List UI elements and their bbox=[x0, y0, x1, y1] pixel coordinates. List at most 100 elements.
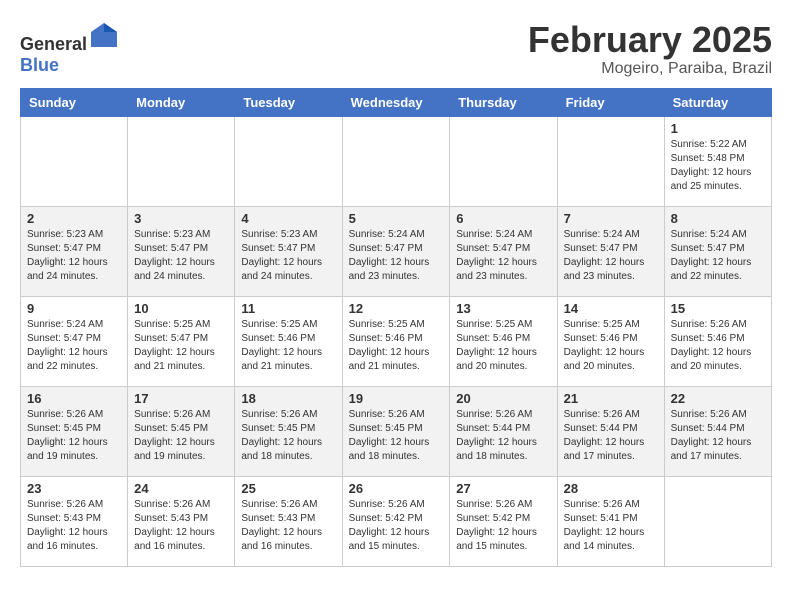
month-year-title: February 2025 bbox=[528, 20, 772, 60]
day-info: Sunrise: 5:26 AM Sunset: 5:43 PM Dayligh… bbox=[134, 498, 228, 554]
day-number: 25 bbox=[241, 481, 335, 496]
day-number: 19 bbox=[349, 391, 444, 406]
calendar-cell: 3 Sunrise: 5:23 AM Sunset: 5:47 PM Daylig… bbox=[128, 206, 235, 296]
day-info: Sunrise: 5:25 AM Sunset: 5:46 PM Dayligh… bbox=[456, 318, 550, 374]
calendar-cell: 6 Sunrise: 5:24 AM Sunset: 5:47 PM Daylig… bbox=[450, 206, 557, 296]
calendar-cell: 22Sunrise: 5:26 AM Sunset: 5:44 PM Dayli… bbox=[664, 386, 771, 476]
calendar-cell bbox=[235, 116, 342, 206]
day-number: 11 bbox=[241, 301, 335, 316]
day-info: Sunrise: 5:23 AM Sunset: 5:47 PM Dayligh… bbox=[241, 228, 335, 284]
logo-blue: Blue bbox=[20, 55, 59, 75]
calendar-cell: 10 Sunrise: 5:25 AM Sunset: 5:47 PM Dayli… bbox=[128, 296, 235, 386]
day-number: 23 bbox=[27, 481, 121, 496]
day-info: Sunrise: 5:24 AM Sunset: 5:47 PM Dayligh… bbox=[27, 318, 121, 374]
title-area: February 2025 Mogeiro, Paraiba, Brazil bbox=[528, 20, 772, 78]
calendar-header-row: SundayMondayTuesdayWednesdayThursdayFrid… bbox=[21, 88, 772, 116]
calendar-week-row: 23 Sunrise: 5:26 AM Sunset: 5:43 PM Dayli… bbox=[21, 476, 772, 566]
day-number: 3 bbox=[134, 211, 228, 226]
day-number: 2 bbox=[27, 211, 121, 226]
day-number: 5 bbox=[349, 211, 444, 226]
day-info: Sunrise: 5:26 AM Sunset: 5:45 PM Dayligh… bbox=[27, 408, 121, 464]
day-info: Sunrise: 5:23 AM Sunset: 5:47 PM Dayligh… bbox=[134, 228, 228, 284]
day-info: Sunrise: 5:26 AM Sunset: 5:41 PM Dayligh… bbox=[564, 498, 658, 554]
location-subtitle: Mogeiro, Paraiba, Brazil bbox=[528, 60, 772, 78]
calendar-cell: 16 Sunrise: 5:26 AM Sunset: 5:45 PM Dayli… bbox=[21, 386, 128, 476]
day-number: 4 bbox=[241, 211, 335, 226]
day-info: Sunrise: 5:26 AM Sunset: 5:44 PM Dayligh… bbox=[456, 408, 550, 464]
calendar-week-row: 2 Sunrise: 5:23 AM Sunset: 5:47 PM Daylig… bbox=[21, 206, 772, 296]
day-number: 7 bbox=[564, 211, 658, 226]
day-info: Sunrise: 5:22 AM Sunset: 5:48 PM Dayligh… bbox=[671, 138, 765, 194]
calendar-table: SundayMondayTuesdayWednesdayThursdayFrid… bbox=[20, 88, 772, 567]
calendar-cell bbox=[128, 116, 235, 206]
calendar-cell: 21 Sunrise: 5:26 AM Sunset: 5:44 PM Dayli… bbox=[557, 386, 664, 476]
day-number: 15 bbox=[671, 301, 765, 316]
day-number: 9 bbox=[27, 301, 121, 316]
day-info: Sunrise: 5:26 AM Sunset: 5:45 PM Dayligh… bbox=[349, 408, 444, 464]
calendar-cell bbox=[557, 116, 664, 206]
calendar-cell: 18 Sunrise: 5:26 AM Sunset: 5:45 PM Dayli… bbox=[235, 386, 342, 476]
day-number: 1 bbox=[671, 121, 765, 136]
day-header-saturday: Saturday bbox=[664, 88, 771, 116]
calendar-cell bbox=[450, 116, 557, 206]
calendar-cell: 5 Sunrise: 5:24 AM Sunset: 5:47 PM Daylig… bbox=[342, 206, 450, 296]
day-info: Sunrise: 5:24 AM Sunset: 5:47 PM Dayligh… bbox=[456, 228, 550, 284]
day-number: 13 bbox=[456, 301, 550, 316]
calendar-cell: 25 Sunrise: 5:26 AM Sunset: 5:43 PM Dayli… bbox=[235, 476, 342, 566]
calendar-cell: 9 Sunrise: 5:24 AM Sunset: 5:47 PM Daylig… bbox=[21, 296, 128, 386]
day-info: Sunrise: 5:26 AM Sunset: 5:46 PM Dayligh… bbox=[671, 318, 765, 374]
day-number: 17 bbox=[134, 391, 228, 406]
day-header-thursday: Thursday bbox=[450, 88, 557, 116]
day-info: Sunrise: 5:24 AM Sunset: 5:47 PM Dayligh… bbox=[671, 228, 765, 284]
calendar-cell: 15 Sunrise: 5:26 AM Sunset: 5:46 PM Dayli… bbox=[664, 296, 771, 386]
calendar-cell: 4 Sunrise: 5:23 AM Sunset: 5:47 PM Daylig… bbox=[235, 206, 342, 296]
day-info: Sunrise: 5:26 AM Sunset: 5:44 PM Dayligh… bbox=[671, 408, 765, 464]
logo: General Blue bbox=[20, 20, 119, 76]
day-number: 6 bbox=[456, 211, 550, 226]
calendar-cell: 23 Sunrise: 5:26 AM Sunset: 5:43 PM Dayli… bbox=[21, 476, 128, 566]
day-number: 8 bbox=[671, 211, 765, 226]
calendar-cell: 20 Sunrise: 5:26 AM Sunset: 5:44 PM Dayli… bbox=[450, 386, 557, 476]
day-info: Sunrise: 5:26 AM Sunset: 5:43 PM Dayligh… bbox=[27, 498, 121, 554]
day-header-wednesday: Wednesday bbox=[342, 88, 450, 116]
header: General Blue February 2025 Mogeiro, Para… bbox=[20, 20, 772, 78]
calendar-week-row: 16 Sunrise: 5:26 AM Sunset: 5:45 PM Dayli… bbox=[21, 386, 772, 476]
day-number: 16 bbox=[27, 391, 121, 406]
day-info: Sunrise: 5:26 AM Sunset: 5:45 PM Dayligh… bbox=[134, 408, 228, 464]
calendar-cell: 8 Sunrise: 5:24 AM Sunset: 5:47 PM Daylig… bbox=[664, 206, 771, 296]
day-number: 21 bbox=[564, 391, 658, 406]
calendar-cell: 14 Sunrise: 5:25 AM Sunset: 5:46 PM Dayli… bbox=[557, 296, 664, 386]
calendar-week-row: 9 Sunrise: 5:24 AM Sunset: 5:47 PM Daylig… bbox=[21, 296, 772, 386]
calendar-cell: 2 Sunrise: 5:23 AM Sunset: 5:47 PM Daylig… bbox=[21, 206, 128, 296]
day-header-sunday: Sunday bbox=[21, 88, 128, 116]
day-info: Sunrise: 5:23 AM Sunset: 5:47 PM Dayligh… bbox=[27, 228, 121, 284]
day-number: 14 bbox=[564, 301, 658, 316]
day-number: 10 bbox=[134, 301, 228, 316]
day-number: 18 bbox=[241, 391, 335, 406]
calendar-cell: 1 Sunrise: 5:22 AM Sunset: 5:48 PM Daylig… bbox=[664, 116, 771, 206]
day-info: Sunrise: 5:24 AM Sunset: 5:47 PM Dayligh… bbox=[564, 228, 658, 284]
logo-general: General bbox=[20, 34, 87, 54]
day-info: Sunrise: 5:25 AM Sunset: 5:46 PM Dayligh… bbox=[564, 318, 658, 374]
calendar-cell: 12Sunrise: 5:25 AM Sunset: 5:46 PM Dayli… bbox=[342, 296, 450, 386]
day-info: Sunrise: 5:26 AM Sunset: 5:42 PM Dayligh… bbox=[456, 498, 550, 554]
day-info: Sunrise: 5:26 AM Sunset: 5:42 PM Dayligh… bbox=[349, 498, 444, 554]
day-number: 20 bbox=[456, 391, 550, 406]
day-info: Sunrise: 5:25 AM Sunset: 5:46 PM Dayligh… bbox=[241, 318, 335, 374]
calendar-cell: 7 Sunrise: 5:24 AM Sunset: 5:47 PM Daylig… bbox=[557, 206, 664, 296]
day-header-tuesday: Tuesday bbox=[235, 88, 342, 116]
day-number: 26 bbox=[349, 481, 444, 496]
calendar-cell: 28Sunrise: 5:26 AM Sunset: 5:41 PM Dayli… bbox=[557, 476, 664, 566]
day-number: 24 bbox=[134, 481, 228, 496]
day-info: Sunrise: 5:26 AM Sunset: 5:43 PM Dayligh… bbox=[241, 498, 335, 554]
day-info: Sunrise: 5:26 AM Sunset: 5:45 PM Dayligh… bbox=[241, 408, 335, 464]
calendar-cell bbox=[342, 116, 450, 206]
logo-text: General Blue bbox=[20, 20, 119, 76]
calendar-week-row: 1 Sunrise: 5:22 AM Sunset: 5:48 PM Daylig… bbox=[21, 116, 772, 206]
day-info: Sunrise: 5:25 AM Sunset: 5:47 PM Dayligh… bbox=[134, 318, 228, 374]
day-info: Sunrise: 5:26 AM Sunset: 5:44 PM Dayligh… bbox=[564, 408, 658, 464]
day-header-friday: Friday bbox=[557, 88, 664, 116]
calendar-cell: 19 Sunrise: 5:26 AM Sunset: 5:45 PM Dayli… bbox=[342, 386, 450, 476]
calendar-cell bbox=[664, 476, 771, 566]
day-info: Sunrise: 5:24 AM Sunset: 5:47 PM Dayligh… bbox=[349, 228, 444, 284]
